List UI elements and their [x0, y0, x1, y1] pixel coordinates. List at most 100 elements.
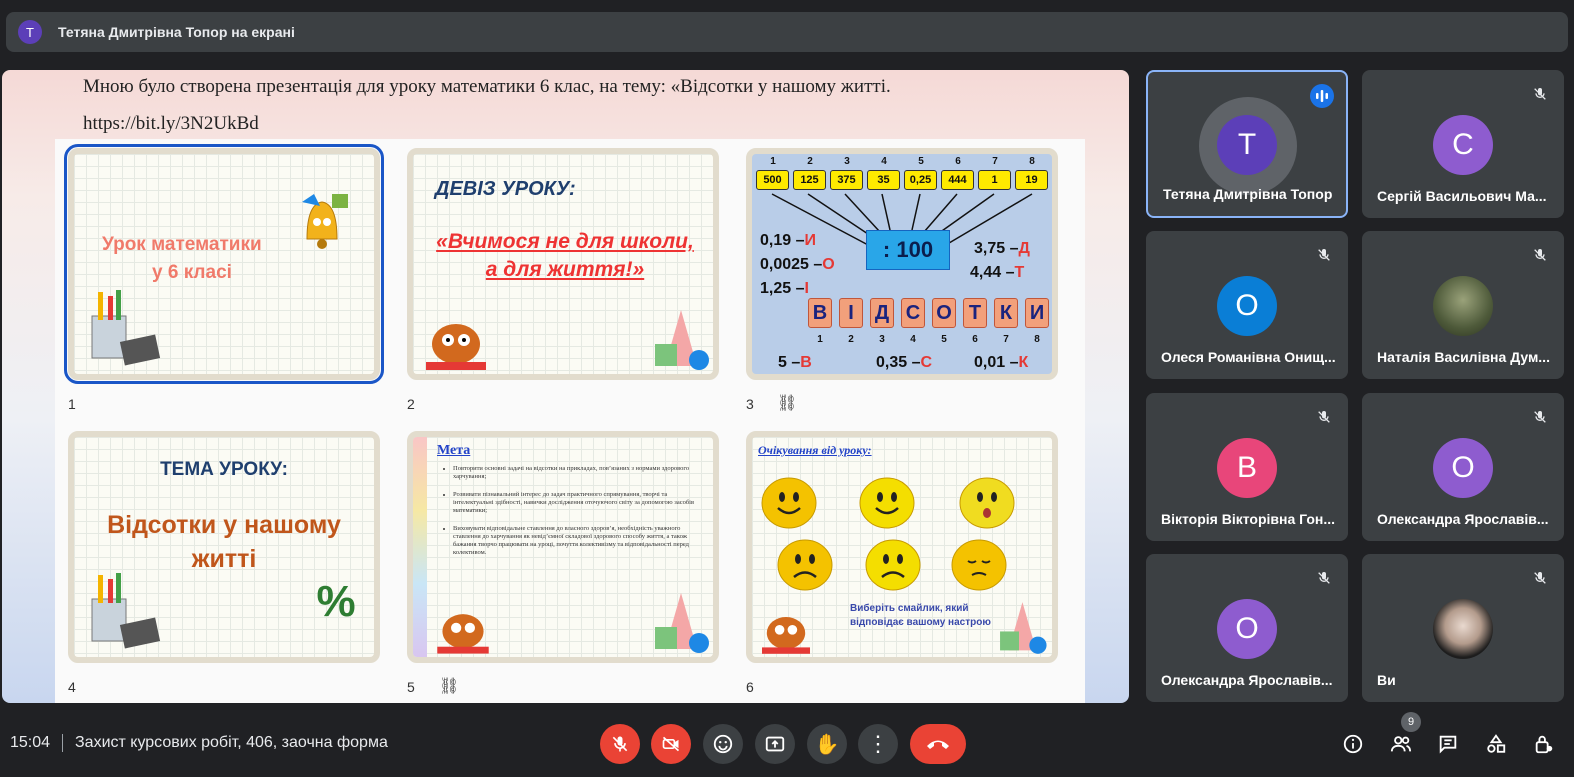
link-icon[interactable]: ⛓ — [439, 676, 459, 696]
slide-4-topic-line1: Відсотки у нашому — [107, 511, 341, 539]
shared-screen[interactable]: Мною було створена презентація для уроку… — [2, 70, 1129, 703]
mic-off-icon — [612, 736, 628, 752]
present-screen-button[interactable] — [755, 724, 795, 764]
participant-tile[interactable]: О Олександра Ярославів... — [1362, 393, 1564, 541]
chat-button[interactable] — [1434, 730, 1462, 758]
participant-avatar: О — [1217, 599, 1277, 659]
equation-value: 0,19 – — [760, 232, 805, 249]
mic-muted-icon — [1530, 407, 1550, 427]
mic-muted-icon — [1314, 245, 1334, 265]
slide-5-heading: Мета — [437, 443, 471, 458]
slide-3-equation: 3,75 –Д — [974, 240, 1030, 258]
slide-3-letter-tile: І — [839, 298, 863, 328]
slide-thumbnail-3[interactable]: 12345678 500 125 375 35 0,25 444 1 19 : 100 0,1… — [746, 148, 1058, 380]
link-icon[interactable]: ⛓ — [777, 393, 797, 413]
slide-5-bullet: Повторити основні задачі на відсотки на … — [453, 465, 703, 481]
slide-sorter: Урок математики у 6 класі 1 ДЕВІЗ УРОКУ:… — [55, 139, 1085, 703]
slide-3-bottom-index: 2 — [848, 334, 854, 345]
slide-thumbnail-6[interactable]: Очікування від уроку: Виберіть смайлик, … — [746, 431, 1058, 663]
mic-muted-icon — [1314, 407, 1334, 427]
equation-letter: Д — [1018, 240, 1030, 257]
participant-name: Тетяна Дмитрівна Топор — [1163, 186, 1333, 202]
participant-tile[interactable]: В Вікторія Вікторівна Гон... — [1146, 393, 1348, 541]
participant-avatar: В — [1217, 438, 1277, 498]
geometry-shapes-icon — [988, 597, 1050, 657]
slide-3-bottom-index: 1 — [817, 334, 823, 345]
raise-hand-button[interactable]: ✋ — [807, 724, 847, 764]
more-options-button[interactable]: ⋮ — [858, 724, 898, 764]
slide-3-letter-tile: И — [1025, 298, 1049, 328]
participant-tile[interactable]: О Олеся Романівна Онищ... — [1146, 231, 1348, 379]
happy-thumbs-up-smiley-icon — [761, 477, 817, 529]
slide-3-bottom-index: 7 — [1003, 334, 1009, 345]
slide-6-caption-line2: відповідає вашому настрою — [850, 617, 991, 628]
camera-off-button[interactable] — [651, 724, 691, 764]
slide-3-bottom-index: 8 — [1034, 334, 1040, 345]
equation-value: 0,01 – — [974, 354, 1019, 371]
participant-tile[interactable]: С Сергій Васильович Ма... — [1362, 70, 1564, 218]
equation-letter: С — [920, 354, 933, 371]
shapes-icon — [1487, 734, 1506, 753]
leave-call-button[interactable] — [910, 724, 966, 764]
meeting-info-button[interactable] — [1339, 730, 1367, 758]
slide-3-letter-tile: Д — [870, 298, 894, 328]
participant-name: Олександра Ярославів... — [1161, 672, 1333, 688]
activities-button[interactable] — [1482, 730, 1510, 758]
slide-thumbnail-5[interactable]: Мета Повторити основні задачі на відсотк… — [407, 431, 719, 663]
participant-avatar: Т — [1217, 115, 1277, 175]
mic-muted-icon — [1314, 568, 1334, 588]
slide-number: 3 — [746, 396, 754, 412]
equation-letter: Т — [1014, 264, 1025, 281]
participant-name: Наталія Василівна Дум... — [1377, 349, 1550, 365]
slide-3-equation: 5 –В — [778, 354, 812, 372]
slide-3-equation: 0,01 –К — [974, 354, 1028, 372]
presenter-avatar: Т — [18, 20, 42, 44]
document-link[interactable]: https://bit.ly/3N2UkBd — [83, 113, 259, 135]
slide-number: 5 — [407, 679, 415, 695]
slide-3-equation: 0,0025 –О — [760, 256, 835, 274]
slide-5-bullet: Розвивати пізнавальний інтерес до задач … — [453, 491, 703, 515]
participant-tile[interactable]: Наталія Василівна Дум... — [1362, 231, 1564, 379]
slide-number: 6 — [746, 679, 754, 695]
hand-icon: ✋ — [814, 733, 840, 756]
bell-icon — [292, 184, 352, 254]
document-text-line: Мною було створена презентація для уроку… — [83, 76, 891, 97]
slide-6-heading: Очікування від уроку: — [758, 443, 872, 457]
slide-thumbnail-4[interactable]: ТЕМА УРОКУ: Відсотки у нашому житті % — [68, 431, 380, 663]
participant-avatar — [1433, 276, 1493, 336]
slide-thumbnail-2[interactable]: ДЕВІЗ УРОКУ: «Вчимося не для школи, а дл… — [407, 148, 719, 380]
slide-3-bottom-index: 3 — [879, 334, 885, 345]
participant-avatar: О — [1217, 276, 1277, 336]
slide-3-letter-tile: К — [994, 298, 1018, 328]
slide-number: 4 — [68, 679, 76, 695]
participant-tile[interactable]: Т Тетяна Дмитрівна Топор — [1146, 70, 1348, 218]
participant-name: Олександра Ярославів... — [1377, 511, 1549, 527]
slide-3-letter-tile: В — [808, 298, 832, 328]
mic-muted-icon — [1530, 84, 1550, 104]
happy-smiley-icon — [859, 477, 915, 529]
geometry-shapes-icon — [641, 304, 713, 374]
slide-3-letter-tile: С — [901, 298, 925, 328]
participant-name: Ви — [1377, 672, 1396, 688]
slide-5-bullet-list: Повторити основні задачі на відсотки на … — [453, 465, 703, 567]
sleepy-smiley-icon — [951, 539, 1007, 591]
people-button[interactable] — [1387, 730, 1415, 758]
presenter-title: Тетяна Дмитрівна Топор на екрані — [58, 24, 295, 40]
reactions-button[interactable] — [703, 724, 743, 764]
mic-muted-icon — [1530, 568, 1550, 588]
participant-tile[interactable]: О Олександра Ярославів... — [1146, 554, 1348, 702]
sad-smiley-icon — [865, 539, 921, 591]
host-controls-button[interactable] — [1530, 730, 1558, 758]
control-bar: 15:04 Захист курсових робіт, 406, заочна… — [0, 710, 1574, 777]
participant-name: Вікторія Вікторівна Гон... — [1161, 511, 1336, 527]
equation-value: 0,35 – — [876, 354, 921, 371]
equation-value: 3,75 – — [974, 240, 1019, 257]
presenter-bar: Т Тетяна Дмитрівна Топор на екрані — [6, 12, 1568, 52]
mic-muted-icon — [1530, 245, 1550, 265]
more-vert-icon: ⋮ — [867, 731, 889, 756]
worried-smiley-icon — [777, 539, 833, 591]
mic-off-button[interactable] — [600, 724, 640, 764]
participant-tile[interactable]: Ви — [1362, 554, 1564, 702]
camera-off-icon — [662, 736, 680, 752]
slide-thumbnail-1[interactable]: Урок математики у 6 класі — [64, 144, 384, 384]
